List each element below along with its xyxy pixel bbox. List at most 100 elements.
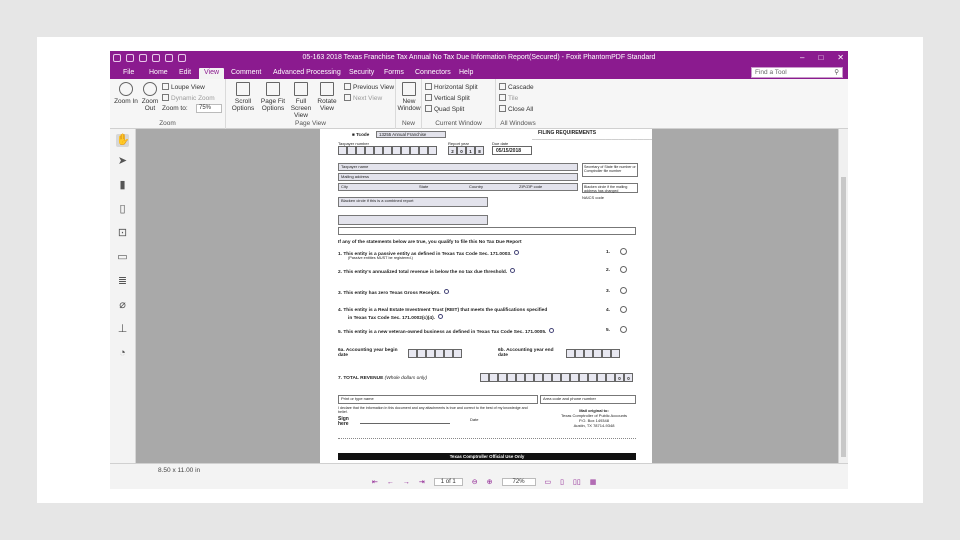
- entity-info-field[interactable]: [338, 215, 488, 225]
- secretary-of-state-field[interactable]: Secretary of State file number or Comptr…: [582, 163, 638, 177]
- question-1-checkbox[interactable]: [620, 248, 627, 255]
- close-button[interactable]: ✕: [837, 53, 844, 62]
- scroll-thumb[interactable]: [841, 177, 846, 457]
- total-revenue-field[interactable]: 00: [480, 373, 633, 382]
- full-screen-view-button[interactable]: Full Screen View: [288, 82, 314, 119]
- last-page-icon[interactable]: ⇥: [419, 478, 425, 486]
- question-4-checkbox[interactable]: [620, 306, 627, 313]
- zoom-out-button[interactable]: Zoom Out: [138, 82, 162, 112]
- restore-button[interactable]: □: [818, 53, 823, 62]
- tab-home[interactable]: Home: [144, 68, 173, 79]
- entity-type-row[interactable]: [338, 227, 636, 235]
- page-fit-options-button[interactable]: Page Fit Options: [258, 82, 288, 112]
- previous-page-icon[interactable]: ←: [387, 479, 394, 486]
- info-icon[interactable]: [438, 314, 444, 319]
- tab-view[interactable]: View: [199, 68, 225, 79]
- comments-icon[interactable]: ▭: [116, 251, 129, 264]
- info-icon[interactable]: [549, 328, 555, 333]
- close-all-button[interactable]: Close All: [499, 105, 533, 113]
- tcode-label: ■ Tcode: [352, 132, 370, 137]
- continuous-facing-icon[interactable]: ▦: [590, 478, 597, 486]
- document-area[interactable]: ■ Tcode 13255 Annual Franchise FILING RE…: [136, 129, 838, 463]
- continuous-page-icon[interactable]: ▯: [560, 478, 564, 486]
- question-5: 5. This entity is a new veteran-owned bu…: [338, 328, 555, 335]
- find-tool-search[interactable]: Find a Tool ⚲: [751, 67, 843, 78]
- previous-view-button[interactable]: Previous View: [344, 83, 394, 91]
- taxpayer-number-field[interactable]: [338, 146, 437, 155]
- question-5-checkbox[interactable]: [620, 326, 627, 333]
- vertical-split-icon: [425, 94, 432, 101]
- question-3-checkbox[interactable]: [620, 287, 627, 294]
- tab-file[interactable]: File: [118, 68, 139, 79]
- layers-icon[interactable]: ≣: [116, 275, 129, 288]
- all-windows-group: Cascade Tile Close All All Windows: [496, 79, 540, 129]
- question-2-checkbox[interactable]: [620, 266, 627, 273]
- vertical-scrollbar[interactable]: [838, 129, 848, 463]
- hand-tool-icon[interactable]: ✋: [116, 134, 130, 147]
- combined-report-checkbox[interactable]: Blacken circle if this is a combined rep…: [338, 197, 488, 207]
- address-changed-checkbox[interactable]: Blacken circle if the mailing address ha…: [582, 183, 638, 193]
- accounting-end-date-field[interactable]: [566, 349, 620, 358]
- tab-edit[interactable]: Edit: [174, 68, 196, 79]
- tab-comment[interactable]: Comment: [226, 68, 266, 79]
- question-4-continued: in Texas Tax Code Sec. 171.0002(c)(4).: [348, 314, 444, 321]
- next-page-icon[interactable]: →: [403, 479, 410, 486]
- mail-to-block: Mail original to: Texas Comptroller of P…: [560, 408, 628, 428]
- info-icon[interactable]: [510, 268, 516, 273]
- question-1-note: (Passive entities MUST be registered.): [348, 256, 413, 260]
- info-icon[interactable]: [514, 250, 520, 255]
- info-icon[interactable]: [443, 289, 449, 294]
- new-window-button[interactable]: New Window: [396, 82, 422, 112]
- zoom-select[interactable]: 72%: [501, 478, 536, 486]
- first-page-icon[interactable]: ⇤: [372, 478, 378, 486]
- page-number-input[interactable]: 1 of 1: [433, 478, 463, 486]
- lock-icon[interactable]: ⊡: [116, 227, 129, 240]
- taxpayer-name-field[interactable]: Taxpayer name: [338, 163, 578, 171]
- tab-security[interactable]: Security: [344, 68, 379, 79]
- accounting-begin-date-field[interactable]: [408, 349, 462, 358]
- zoom-in-button[interactable]: Zoom In: [114, 82, 138, 105]
- stamp-icon[interactable]: ◔: [116, 347, 129, 360]
- facing-page-icon[interactable]: ▯▯: [573, 478, 581, 486]
- tab-help[interactable]: Help: [454, 68, 478, 79]
- next-view-button[interactable]: Next View: [344, 94, 382, 102]
- pages-icon[interactable]: ▯: [116, 203, 129, 216]
- city-state-zip-row[interactable]: City State Country ZIP/ZIP code: [338, 183, 578, 191]
- rotate-view-button[interactable]: Rotate View: [314, 82, 340, 112]
- pdf-page[interactable]: ■ Tcode 13255 Annual Franchise FILING RE…: [320, 129, 652, 463]
- question-1-number: 1.: [606, 250, 611, 255]
- signature-line[interactable]: [360, 423, 450, 424]
- new-group: New Window New: [396, 79, 422, 129]
- mailing-address-field[interactable]: Mailing address: [338, 173, 578, 181]
- tab-connectors[interactable]: Connectors: [410, 68, 456, 79]
- quad-split-button[interactable]: Quad Split: [425, 105, 464, 113]
- attachment-icon[interactable]: ⌀: [116, 299, 129, 312]
- phone-field[interactable]: Area code and phone number: [540, 395, 636, 404]
- zoom-to-select[interactable]: 75%: [196, 104, 222, 113]
- previous-view-icon: [344, 83, 351, 90]
- cascade-button[interactable]: Cascade: [499, 83, 534, 91]
- dynamic-zoom-button[interactable]: Dynamic Zoom: [162, 94, 215, 102]
- question-2-number: 2.: [606, 268, 611, 273]
- select-tool-icon[interactable]: ➤: [116, 155, 129, 168]
- tile-button[interactable]: Tile: [499, 94, 518, 102]
- single-page-icon[interactable]: ▭: [545, 478, 552, 486]
- zoom-out-icon[interactable]: ⊖: [472, 478, 478, 486]
- minimize-button[interactable]: –: [800, 53, 804, 62]
- tab-forms[interactable]: Forms: [379, 68, 409, 79]
- zoom-in-icon[interactable]: ⊕: [487, 478, 493, 486]
- signature-icon[interactable]: ⊥: [116, 323, 129, 336]
- page-size-label: 8.50 x 11.00 in: [158, 467, 201, 474]
- tab-advanced-processing[interactable]: Advanced Processing: [268, 68, 346, 79]
- scroll-options-button[interactable]: Scroll Options: [228, 82, 258, 112]
- question-5-number: 5.: [606, 328, 611, 333]
- preparer-name-field[interactable]: Print or type name: [338, 395, 538, 404]
- vertical-split-button[interactable]: Vertical Split: [425, 94, 470, 102]
- search-icon[interactable]: ⚲: [834, 68, 839, 76]
- scroll-options-icon: [236, 82, 250, 96]
- tcode-select[interactable]: 13255 Annual Franchise: [376, 131, 446, 138]
- bookmark-icon[interactable]: ▮: [116, 179, 129, 192]
- loupe-view-button[interactable]: Loupe View: [162, 83, 205, 91]
- horizontal-split-button[interactable]: Horizontal Split: [425, 83, 478, 91]
- page-view-group: Scroll Options Page Fit Options Full Scr…: [226, 79, 396, 129]
